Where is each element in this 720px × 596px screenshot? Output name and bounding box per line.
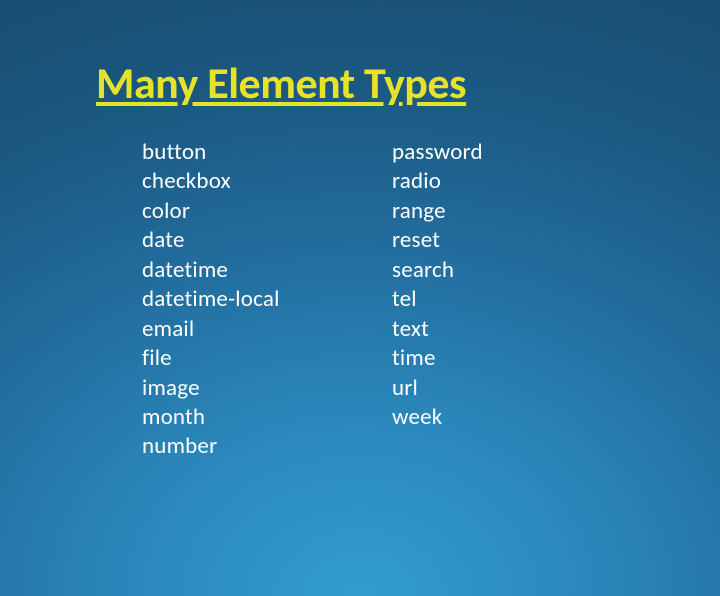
list-item: url [392,374,483,403]
list-item: email [142,315,392,344]
slide-title: Many Element Types [96,56,720,110]
list-item: text [392,315,483,344]
list-item: datetime [142,256,392,285]
list-item: date [142,226,392,255]
right-column: password radio range reset search tel te… [392,138,483,462]
list-item: checkbox [142,167,392,196]
list-item: search [392,256,483,285]
list-item: reset [392,226,483,255]
list-item: range [392,197,483,226]
content-columns: button checkbox color date datetime date… [0,138,720,462]
left-column: button checkbox color date datetime date… [142,138,392,462]
list-item: tel [392,285,483,314]
list-item: time [392,344,483,373]
list-item: week [392,403,483,432]
list-item: password [392,138,483,167]
list-item: month [142,403,392,432]
list-item: button [142,138,392,167]
list-item: number [142,432,392,461]
list-item: file [142,344,392,373]
list-item: color [142,197,392,226]
list-item: image [142,374,392,403]
list-item: radio [392,167,483,196]
list-item: datetime-local [142,285,392,314]
